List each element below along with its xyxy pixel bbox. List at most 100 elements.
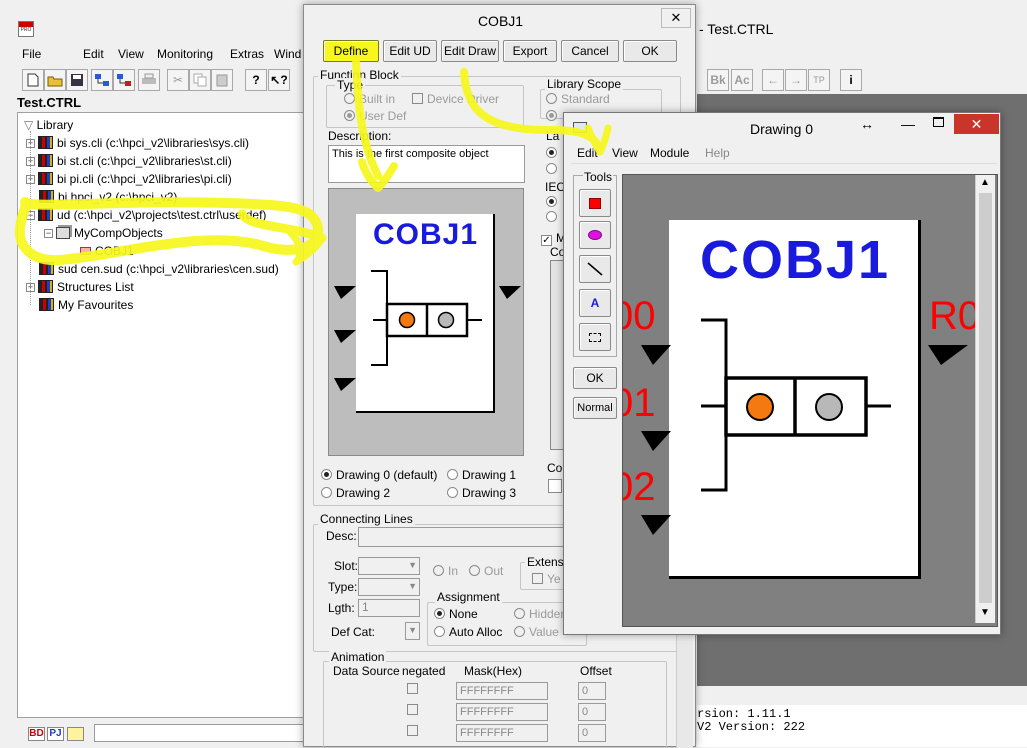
open-folder-icon[interactable] [44,69,66,91]
radio-project[interactable] [546,109,561,123]
anim-offset-field[interactable]: 0 [578,703,606,721]
tree-item-structures[interactable]: + Structures List [26,278,134,296]
bottom-input[interactable] [94,724,306,742]
paste-icon[interactable] [211,69,233,91]
resize-arrow-icon[interactable]: ↔ [860,116,874,132]
bottom-tab-bd[interactable]: BD [28,727,45,741]
select-tool-icon[interactable] [579,323,611,351]
menu-extras[interactable]: Extras [230,47,264,61]
radio-out[interactable]: Out [469,564,503,578]
close-icon[interactable]: ✕ [661,8,691,28]
cut-icon[interactable]: ✂ [167,69,189,91]
scroll-down-icon[interactable]: ▼ [980,607,990,618]
description-field[interactable]: This is the first composite object [328,145,525,183]
radio-assign-value[interactable]: Value [514,625,559,639]
radio-assign-hidden[interactable]: Hidden [514,607,567,621]
anim-negated-checkbox[interactable] [407,682,422,696]
bk-button[interactable]: Bk [707,69,729,91]
network-icon[interactable] [91,69,113,91]
tree-item-pi-cli[interactable]: + bi pi.cli (c:\hpci_v2\libraries\pi.cli) [26,170,232,188]
iec-radio-2[interactable] [546,210,561,224]
radio-builtin[interactable]: Built in [344,92,395,106]
tree-item-favourites[interactable]: My Favourites [39,296,133,314]
canvas-scrollbar[interactable]: ▲ ▼ [975,175,995,623]
print-icon[interactable] [138,69,160,91]
tree-item-mycompobjects[interactable]: − MyCompObjects [44,224,163,242]
iec-radio-1[interactable] [546,195,561,209]
drawing-preview[interactable]: COBJ1 [328,188,524,456]
drawing-canvas[interactable]: COBJ1 00 01 02 R0 ▲ ▼ [622,174,998,627]
radio-drawing-2[interactable]: Drawing 2 [321,486,390,500]
scroll-up-icon[interactable]: ▲ [980,177,990,188]
extension-checkbox[interactable]: Ye [532,572,561,586]
radio-userdef[interactable]: User Def [344,109,406,123]
anim-negated-checkbox[interactable] [407,724,422,738]
language-radio-1[interactable] [546,146,561,160]
tree-item-cen-sud[interactable]: sud cen.sud (c:\hpci_v2\libraries\cen.su… [39,260,279,278]
minimize-icon[interactable]: — [901,116,915,132]
menu-edit-drawing[interactable]: Edit [577,146,598,160]
defcat-select[interactable]: ▼ [405,622,420,640]
define-button[interactable]: Define [323,40,379,62]
menu-view-drawing[interactable]: View [612,146,638,160]
edit-draw-button[interactable]: Edit Draw [441,40,499,62]
anim-negated-checkbox[interactable] [407,703,422,717]
rectangle-tool-icon[interactable] [579,189,611,217]
arrow-left-icon[interactable]: ← [762,69,784,91]
scroll-thumb[interactable] [979,193,992,603]
radio-drawing-1[interactable]: Drawing 1 [447,468,516,482]
anim-mask-field[interactable]: FFFFFFFF [456,724,548,742]
slot-select[interactable]: ▼ [358,557,420,575]
tree-item-hpci[interactable]: bi hpci_v2 (c:\hpci_v2) [39,188,177,206]
menu-edit[interactable]: Edit [83,47,104,61]
radio-drawing-3[interactable]: Drawing 3 [447,486,516,500]
ac-button[interactable]: Ac [731,69,753,91]
save-icon[interactable] [66,69,88,91]
tree-item-ud[interactable]: − ud (c:\hpci_v2\projects\test.ctrl\userd… [26,206,266,224]
language-radio-2[interactable] [546,162,561,176]
tp-icon[interactable]: TP [808,69,830,91]
menu-window[interactable]: Wind [274,47,301,61]
device-driver-checkbox[interactable]: Device Driver [412,92,499,106]
tree-item-cobj1[interactable]: COBJ1 [80,242,134,260]
lgth-field[interactable]: 1 [358,599,420,617]
network-settings-icon[interactable] [113,69,135,91]
line-tool-icon[interactable] [579,255,611,283]
bottom-tab-extra-icon[interactable] [67,727,84,741]
menu-view[interactable]: View [118,47,144,61]
radio-assign-none[interactable]: None [434,607,478,621]
new-file-icon[interactable] [22,69,44,91]
ok-button[interactable]: OK [623,40,677,62]
arrow-right-icon[interactable]: → [785,69,807,91]
copy-icon[interactable] [189,69,211,91]
radio-assign-auto[interactable]: Auto Alloc [434,625,502,639]
cancel-button[interactable]: Cancel [561,40,619,62]
context-help-icon[interactable]: ↖? [268,69,290,91]
radio-standard[interactable]: Standard [546,92,610,106]
edit-ud-button[interactable]: Edit UD [383,40,437,62]
drawing-ok-button[interactable]: OK [573,367,617,389]
menu-help[interactable]: Help [705,146,730,160]
export-button[interactable]: Export [503,40,557,62]
collapse-icon[interactable]: − [44,229,53,238]
tree-root-library[interactable]: ▽ Library [24,116,73,134]
anim-mask-field[interactable]: FFFFFFFF [456,703,548,721]
menu-file[interactable]: File [22,47,41,61]
help-icon[interactable]: ? [245,69,267,91]
type-select[interactable]: ▼ [358,578,420,596]
tree-item-sys-cli[interactable]: + bi sys.cli (c:\hpci_v2\libraries\sys.cl… [26,134,249,152]
window-close-button[interactable]: ✕ [954,114,999,134]
anim-mask-field[interactable]: FFFFFFFF [456,682,548,700]
info-button[interactable]: i [840,69,862,91]
bottom-tab-pj[interactable]: PJ [47,727,64,741]
maximize-icon[interactable] [933,117,944,127]
ellipse-tool-icon[interactable] [579,221,611,249]
menu-module[interactable]: Module [650,146,689,160]
radio-drawing-0[interactable]: Drawing 0 (default) [321,468,437,482]
text-tool-icon[interactable]: A [579,289,611,317]
anim-offset-field[interactable]: 0 [578,724,606,742]
normal-button[interactable]: Normal [573,397,617,419]
radio-in[interactable]: In [433,564,458,578]
tree-item-st-cli[interactable]: + bi st.cli (c:\hpci_v2\libraries\st.cli) [26,152,232,170]
anim-offset-field[interactable]: 0 [578,682,606,700]
